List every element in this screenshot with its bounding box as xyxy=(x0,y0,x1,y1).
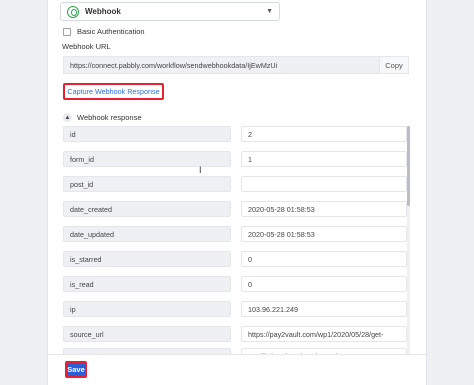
response-key: is_read xyxy=(63,276,231,292)
text-cursor-icon: I xyxy=(199,165,202,175)
chevron-up-icon: ▲ xyxy=(63,113,72,122)
response-value[interactable]: 1 xyxy=(241,151,407,167)
response-key: ip xyxy=(63,301,231,317)
response-key: is_starred xyxy=(63,251,231,267)
table-row: post_id xyxy=(63,176,409,192)
response-key: source_url xyxy=(63,326,231,342)
table-row: ip 103.96.221.249 xyxy=(63,301,409,317)
app-select-dropdown[interactable]: Webhook ▼ xyxy=(60,2,280,21)
response-value[interactable]: 0 xyxy=(241,251,407,267)
scrollbar-thumb[interactable] xyxy=(407,126,410,206)
table-row: date_updated 2020-05-28 01:58:53 xyxy=(63,226,409,242)
response-value[interactable] xyxy=(241,176,407,192)
table-row: is_read 0 xyxy=(63,276,409,292)
webhook-response-title: Webhook response xyxy=(77,113,142,122)
app-select-value: Webhook xyxy=(85,7,121,16)
response-key: form_id xyxy=(63,151,231,167)
chevron-down-icon: ▼ xyxy=(266,8,273,15)
response-value[interactable]: 2020-05-28 01:58:53 xyxy=(241,201,407,217)
table-row: date_created 2020-05-28 01:58:53 xyxy=(63,201,409,217)
response-scrollbar[interactable] xyxy=(407,126,410,354)
response-value[interactable]: https://pay2vault.com/wp1/2020/05/28/get… xyxy=(241,326,407,342)
left-gutter xyxy=(0,0,48,385)
response-key: date_created xyxy=(63,201,231,217)
basic-auth-checkbox[interactable] xyxy=(63,27,71,36)
save-button[interactable]: Save xyxy=(65,361,87,378)
response-key: id xyxy=(63,126,231,142)
table-row: is_starred 0 xyxy=(63,251,409,267)
webhook-url-field[interactable]: https://connect.pabbly.com/workflow/send… xyxy=(63,56,379,74)
webhook-trigger-panel: Webhook ▼ Basic Authentication Webhook U… xyxy=(48,0,426,385)
response-value[interactable]: 2020-05-28 01:58:53 xyxy=(241,226,407,242)
webhook-response-header[interactable]: ▲ Webhook response xyxy=(63,113,142,122)
capture-webhook-response-button[interactable]: Capture Webhook Response xyxy=(63,83,164,100)
table-row: form_id 1 xyxy=(63,151,409,167)
table-row: id 2 xyxy=(63,126,409,142)
webhook-url-label: Webhook URL xyxy=(62,42,111,51)
response-value[interactable]: 0 xyxy=(241,276,407,292)
response-value[interactable]: 2 xyxy=(241,126,407,142)
response-key: post_id xyxy=(63,176,231,192)
pabbly-webhook-logo-icon xyxy=(67,5,79,18)
basic-auth-label: Basic Authentication xyxy=(77,27,145,36)
webhook-url-row: https://connect.pabbly.com/workflow/send… xyxy=(63,56,409,74)
response-value[interactable]: 103.96.221.249 xyxy=(241,301,407,317)
copy-url-button[interactable]: Copy xyxy=(379,56,409,74)
table-row: source_url https://pay2vault.com/wp1/202… xyxy=(63,326,409,342)
response-key: date_updated xyxy=(63,226,231,242)
right-gutter xyxy=(426,0,474,385)
footer-bar: Save xyxy=(48,354,426,385)
basic-auth-option: Basic Authentication xyxy=(63,27,145,36)
